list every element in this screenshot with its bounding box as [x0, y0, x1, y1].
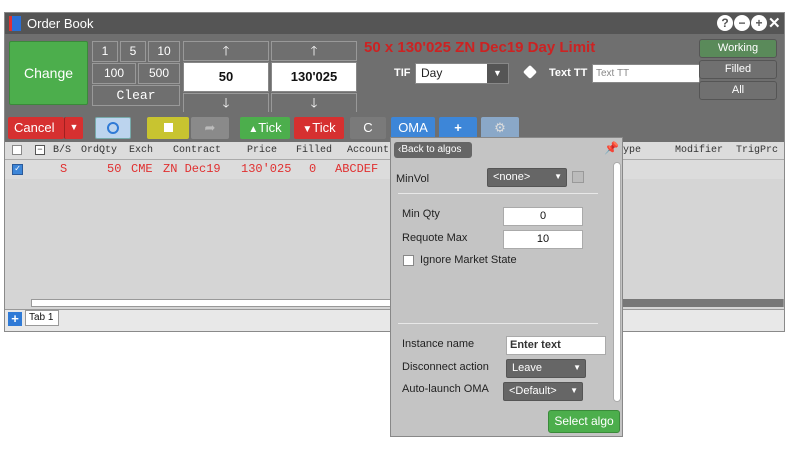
instance-name-input[interactable]: Enter text [506, 336, 606, 355]
cell-price: 130'025 [241, 162, 292, 176]
text-tt-label: Text TT [549, 67, 588, 79]
tab-1[interactable]: Tab 1 [25, 310, 59, 326]
all-filter-button[interactable]: All [699, 81, 777, 100]
select-algo-button[interactable]: Select algo [548, 410, 620, 433]
col-bs[interactable]: B/S [53, 145, 71, 156]
collapse-icon[interactable]: − [35, 145, 45, 155]
add-tab-button[interactable]: + [8, 312, 22, 326]
min-qty-label: Min Qty [402, 208, 440, 220]
ignore-market-checkbox[interactable] [403, 255, 414, 266]
cell-contract: ZN Dec19 [163, 162, 221, 176]
minimize-icon[interactable]: − [734, 15, 750, 31]
col-price[interactable]: Price [247, 145, 277, 156]
divider [398, 323, 598, 324]
cancel-button[interactable]: Cancel [8, 117, 64, 139]
window-title: Order Book [27, 16, 94, 31]
order-entry-toolbar: Change 1 5 10 100 500 Clear 🡑 50 🡓 🡑 130… [5, 34, 784, 113]
chevron-down-icon: ▼ [573, 363, 581, 372]
close-icon[interactable]: ✕ [768, 14, 781, 32]
minvol-select[interactable]: <none> ▼ [487, 168, 567, 187]
save-icon[interactable] [572, 171, 584, 183]
disconnect-action-select[interactable]: Leave ▼ [506, 359, 586, 378]
col-contract[interactable]: Contract [173, 145, 221, 156]
ignore-market-label: Ignore Market State [420, 254, 517, 266]
cell-account: ABCDEF [335, 162, 379, 176]
col-type[interactable]: ype [623, 145, 641, 156]
auto-launch-value: <Default> [509, 385, 557, 397]
history-icon[interactable] [95, 117, 131, 139]
cancel-dropdown-icon[interactable]: ▼ [64, 117, 83, 139]
chevron-down-icon: ▼ [554, 172, 562, 181]
instance-name-label: Instance name [402, 338, 475, 350]
minvol-value: <none> [493, 171, 531, 183]
qty-1-button[interactable]: 1 [92, 41, 118, 62]
add-algo-button[interactable]: + [439, 117, 477, 139]
cell-filled: 0 [309, 162, 317, 176]
col-ordqty[interactable]: OrdQty [81, 145, 117, 156]
panel-scroll-thumb[interactable] [614, 163, 620, 401]
tif-label: TIF [394, 67, 411, 79]
title-bar: Order Book ? − + ✕ [5, 13, 784, 34]
price-down-button[interactable]: 🡓 [271, 93, 357, 113]
chevron-down-icon[interactable]: ▼ [487, 64, 508, 83]
disconnect-action-label: Disconnect action [402, 361, 489, 373]
redo-icon[interactable]: ➦ [191, 117, 229, 139]
minvol-label: MinVol [396, 173, 430, 185]
text-tt-input[interactable]: Text TT [592, 64, 700, 83]
qty-10-button[interactable]: 10 [148, 41, 180, 62]
pin-icon[interactable]: 📌 [604, 141, 619, 155]
cell-bs: S [60, 162, 68, 176]
order-summary: 50 x 130'025 ZN Dec19 Day Limit [364, 39, 596, 56]
hold-button[interactable] [147, 117, 189, 139]
min-qty-input[interactable]: 0 [503, 207, 583, 226]
col-filled[interactable]: Filled [296, 145, 332, 156]
qty-up-button[interactable]: 🡑 [183, 41, 269, 61]
working-filter-button[interactable]: Working [699, 39, 777, 58]
tick-down-label: Tick [312, 120, 336, 135]
settings-icon[interactable]: ⚙ [481, 117, 519, 139]
back-to-algos-button[interactable]: ‹Back to algos [394, 142, 472, 158]
row-checkbox[interactable]: ✓ [12, 164, 23, 175]
qty-5-button[interactable]: 5 [120, 41, 146, 62]
col-exch[interactable]: Exch [129, 145, 153, 156]
requote-max-label: Requote Max [402, 232, 468, 244]
oma-button[interactable]: OMA [391, 117, 435, 139]
add-icon[interactable]: + [751, 15, 767, 31]
auto-launch-select[interactable]: <Default> ▼ [503, 382, 583, 401]
cell-ordqty: 50 [107, 162, 122, 176]
refresh-button[interactable]: C [350, 117, 386, 139]
qty-100-button[interactable]: 100 [92, 63, 136, 84]
col-account[interactable]: Account [347, 145, 389, 156]
col-modifier[interactable]: Modifier [675, 145, 723, 156]
clear-button[interactable]: Clear [92, 85, 180, 106]
qty-down-button[interactable]: 🡓 [183, 93, 269, 113]
app-icon [9, 16, 21, 31]
change-button[interactable]: Change [9, 41, 88, 105]
qty-input[interactable]: 50 [183, 62, 269, 92]
filled-filter-button[interactable]: Filled [699, 60, 777, 79]
requote-max-input[interactable]: 10 [503, 230, 583, 249]
back-label: Back to algos [401, 144, 462, 155]
tick-down-button[interactable]: ▼Tick [294, 117, 344, 139]
divider [398, 193, 598, 194]
chevron-down-icon: ▼ [570, 386, 578, 395]
help-icon[interactable]: ? [717, 15, 733, 31]
qty-500-button[interactable]: 500 [138, 63, 180, 84]
cell-exch: CME [131, 162, 153, 176]
tick-up-button[interactable]: ▲Tick [240, 117, 290, 139]
select-all-checkbox[interactable] [12, 145, 22, 155]
tick-up-label: Tick [258, 120, 282, 135]
disconnect-value: Leave [512, 362, 542, 374]
col-trigprc[interactable]: TrigPrc [736, 145, 778, 156]
price-up-button[interactable]: 🡑 [271, 41, 357, 61]
price-input[interactable]: 130'025 [271, 62, 357, 92]
tag-icon [522, 64, 538, 80]
auto-launch-label: Auto-launch OMA [402, 383, 489, 395]
